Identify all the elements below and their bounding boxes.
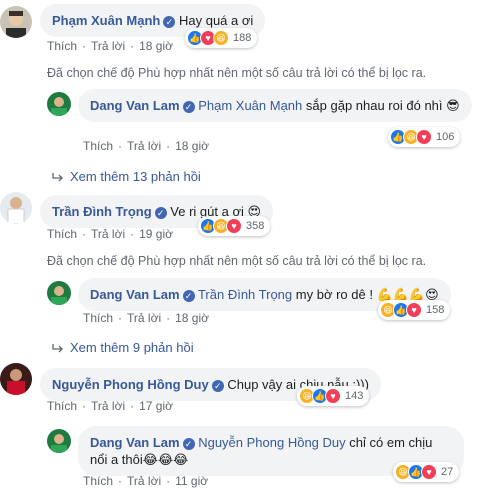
reaction-summary[interactable]: 😆 👍 ♥ 27 [393,462,460,482]
verified-badge-icon: ✓ [182,290,195,302]
reply-button[interactable]: Trả lời [91,399,125,413]
haha-icon: 😆 [213,30,229,46]
avatar[interactable] [47,429,71,453]
comment-actions: Thích · Trả lời · 19 giờ [47,227,173,241]
filtered-notice: Đã chọn chế độ Phù hợp nhất nên một số c… [47,254,427,268]
reply-button[interactable]: Trả lời [127,311,161,325]
love-icon: ♥ [226,218,242,234]
reaction-summary[interactable]: 👍 😆 ♥ 106 [388,127,461,147]
comment-author[interactable]: Phạm Xuân Mạnh [52,13,160,28]
reaction-summary[interactable]: 👍 ♥ 😆 188 [185,28,258,48]
mention-link[interactable]: Phạm Xuân Mạnh [198,98,302,113]
reaction-count: 143 [345,390,364,402]
reaction-summary[interactable]: 😆 👍 ♥ 158 [378,300,451,320]
love-icon: ♥ [416,129,432,145]
comment-time[interactable]: 18 giờ [175,139,209,153]
reaction-count: 158 [426,304,445,316]
comment-actions: Thích · Trả lời · 17 giờ [47,399,173,413]
comment-time[interactable]: 17 giờ [139,399,173,413]
reply-arrow-icon [52,173,63,182]
like-button[interactable]: Thích [83,139,113,153]
comment-author[interactable]: Dang Van Lam [90,287,180,302]
filtered-notice: Đã chọn chế độ Phù hợp nhất nên một số c… [47,66,427,80]
avatar[interactable] [47,92,71,116]
verified-badge-icon: ✓ [154,207,167,219]
avatar[interactable] [0,363,32,395]
love-icon: ♥ [421,464,437,480]
verified-badge-icon: ✓ [182,438,195,450]
reaction-summary[interactable]: 😆 👍 ♥ 143 [297,386,370,406]
like-button[interactable]: Thích [83,474,113,488]
reaction-count: 27 [441,466,454,478]
comment-author[interactable]: Dang Van Lam [90,435,180,450]
verified-badge-icon: ✓ [182,101,195,113]
mention-link[interactable]: Nguyễn Phong Hồng Duy [198,435,345,450]
comment-time[interactable]: 18 giờ [139,39,173,53]
view-more-replies[interactable]: Xem thêm 13 phản hồi [52,169,201,184]
comment-time[interactable]: 19 giờ [139,227,173,241]
comment-time[interactable]: 11 giờ [175,474,208,488]
reply-arrow-icon [52,344,63,353]
comment-author[interactable]: Trần Đình Trọng [52,204,152,219]
mention-link[interactable]: Trần Đình Trọng [198,287,292,302]
avatar[interactable] [47,281,71,305]
view-more-label: Xem thêm 13 phản hồi [70,169,201,184]
verified-badge-icon: ✓ [211,380,224,392]
reply-button[interactable]: Trả lời [127,474,161,488]
comment-time[interactable]: 18 giờ [175,311,209,325]
love-icon: ♥ [406,302,422,318]
avatar[interactable] [0,192,32,224]
view-more-label: Xem thêm 9 phản hồi [70,340,194,355]
like-button[interactable]: Thích [83,311,113,325]
reaction-count: 106 [436,131,455,143]
comment-actions: Thích · Trả lời · 18 giờ [83,139,209,153]
comment-actions: Thích · Trả lời · 18 giờ [47,39,173,53]
comment-text: sắp gặp nhau roi đó nhì 😎 [305,98,460,113]
reaction-count: 358 [246,220,265,232]
comment-author[interactable]: Nguyễn Phong Hồng Duy [52,377,209,392]
comment-author[interactable]: Dang Van Lam [90,98,180,113]
comment-actions: Thích · Trả lời · 18 giờ [83,311,209,325]
comment-bubble: Dang Van Lam ✓ Phạm Xuân Mạnh sắp gặp nha… [78,89,472,122]
reaction-count: 188 [233,32,252,44]
like-button[interactable]: Thích [47,39,77,53]
comment-actions: Thích · Trả lời · 11 giờ [83,474,209,488]
love-icon: ♥ [325,388,341,404]
reply-button[interactable]: Trả lời [127,139,161,153]
verified-badge-icon: ✓ [163,16,176,28]
comment-text: Hay quá a ơi [178,13,254,28]
like-button[interactable]: Thích [47,399,77,413]
reaction-summary[interactable]: 👍 😆 ♥ 358 [198,216,271,236]
reply-button[interactable]: Trả lời [91,227,125,241]
avatar[interactable] [0,6,32,38]
like-button[interactable]: Thích [47,227,77,241]
reply-button[interactable]: Trả lời [91,39,125,53]
view-more-replies[interactable]: Xem thêm 9 phản hồi [52,340,194,355]
